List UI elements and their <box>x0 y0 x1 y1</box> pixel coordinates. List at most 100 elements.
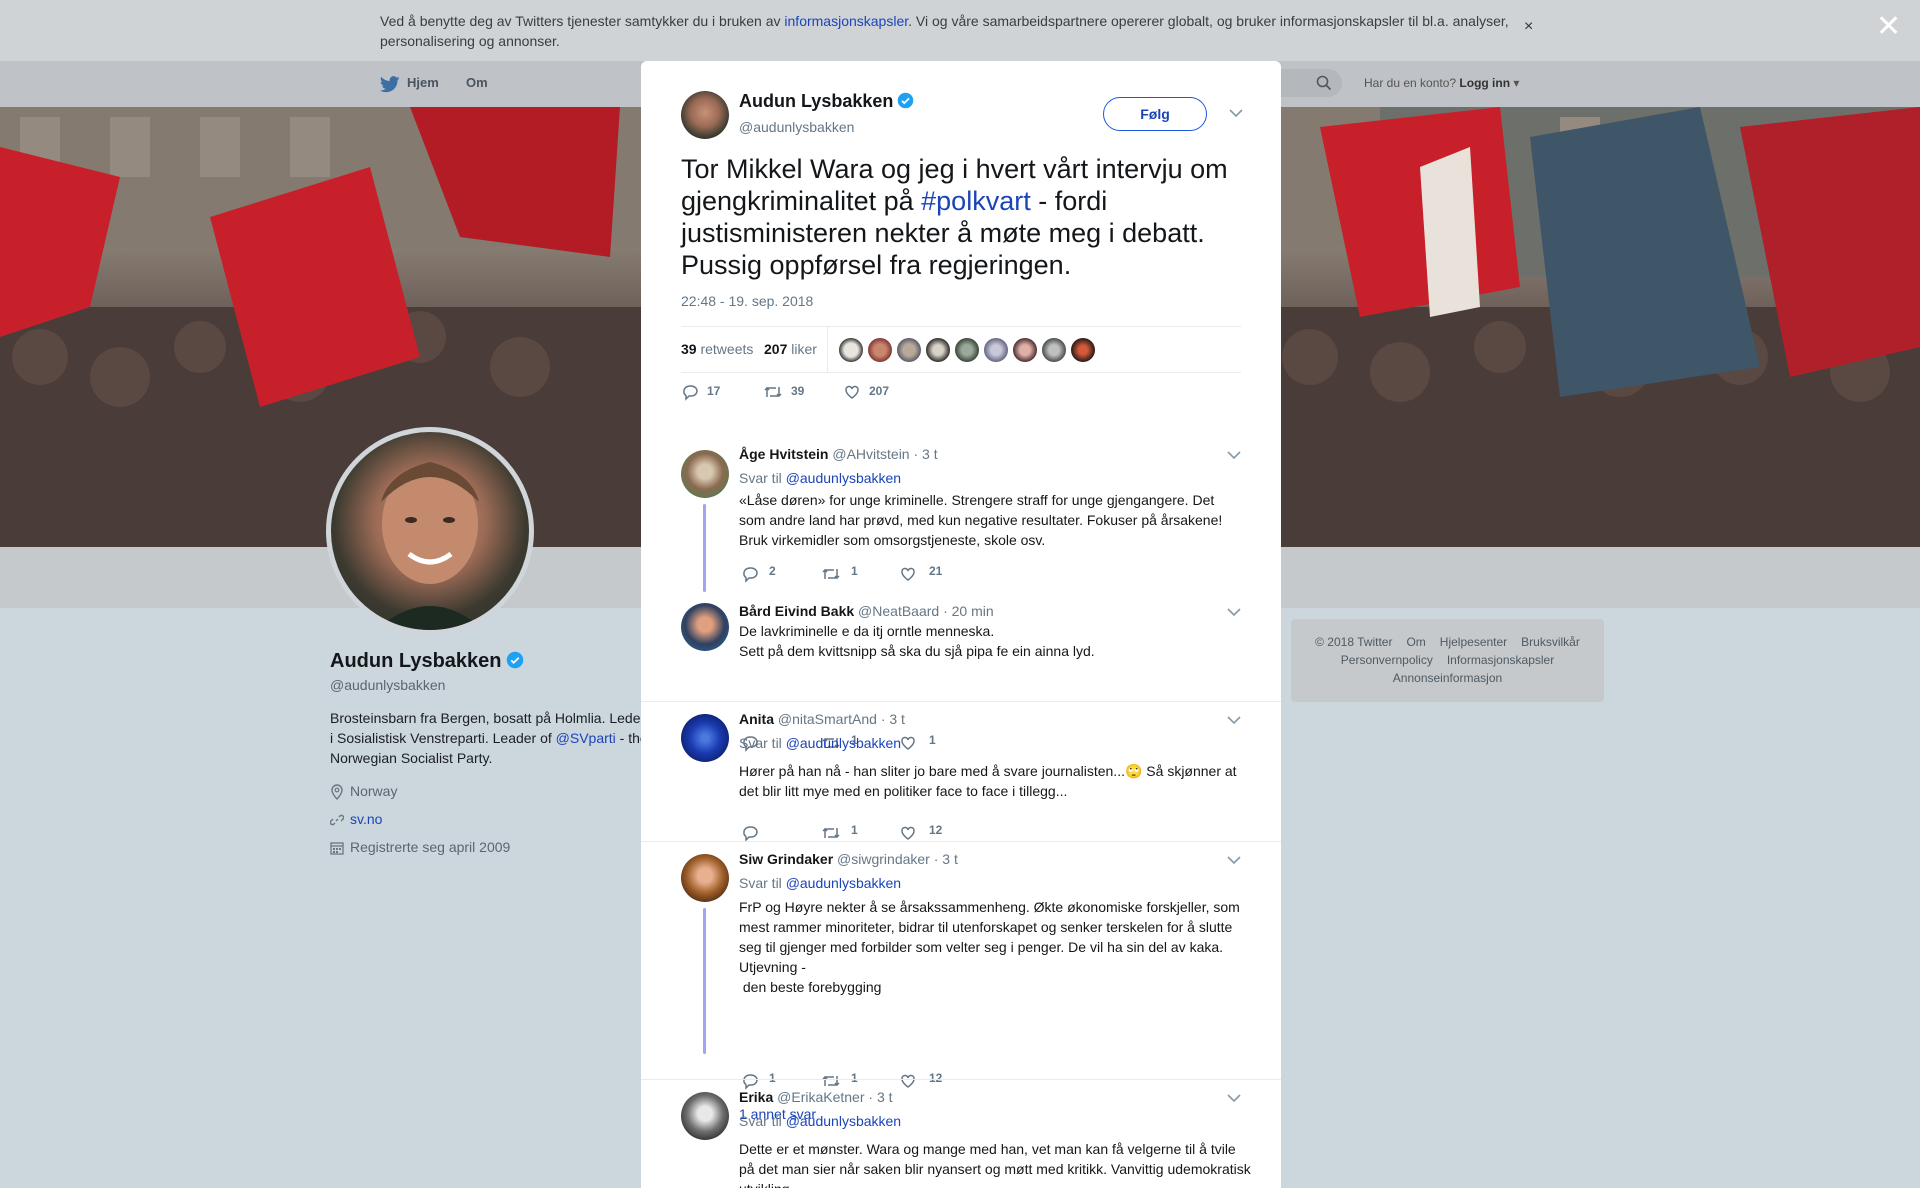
liker-avatar[interactable] <box>897 338 921 362</box>
profile-sidebar: Audun Lysbakken @audunlysbakken Brostein… <box>330 650 650 768</box>
footer-link-terms[interactable]: Bruksvilkår <box>1521 635 1580 649</box>
reply-author-name[interactable]: Bård Eivind Bakk <box>739 603 854 619</box>
reply-author-name[interactable]: Siw Grindaker <box>739 851 833 867</box>
verified-icon <box>506 651 523 669</box>
reply-author-name[interactable]: Erika <box>739 1089 773 1105</box>
reply-to-mention[interactable]: @audunlysbakken <box>786 1113 901 1129</box>
reply-author-handle[interactable]: @siwgrindaker <box>837 851 930 867</box>
reply-header: Anita @nitaSmartAnd · 3 t <box>739 711 905 727</box>
liker-avatar[interactable] <box>1013 338 1037 362</box>
reply-to-mention[interactable]: @audunlysbakken <box>786 470 901 486</box>
liker-avatar[interactable] <box>926 338 950 362</box>
chevron-down-icon[interactable] <box>1227 1094 1241 1103</box>
close-modal-button[interactable]: ✕ <box>1876 12 1901 42</box>
retweet-icon[interactable] <box>821 824 841 842</box>
nav-about[interactable]: Om <box>466 75 488 90</box>
footer-link-cookies[interactable]: Informasjonskapsler <box>1447 653 1554 667</box>
reply-author-handle[interactable]: @NeatBaard <box>858 603 939 619</box>
profile-handle[interactable]: @audunlysbakken <box>330 677 650 693</box>
reply-time[interactable]: · 3 t <box>881 711 905 727</box>
retweet-button[interactable]: 39 <box>763 383 804 401</box>
retweets-count: 39 <box>681 341 697 357</box>
reply-header: Siw Grindaker @siwgrindaker · 3 t <box>739 851 958 867</box>
chevron-down-icon[interactable] <box>1229 109 1243 118</box>
tweet-stats: 39 retweets 207 liker <box>681 326 1241 373</box>
footer-copyright: © 2018 Twitter <box>1315 635 1393 649</box>
login-link[interactable]: Logg inn <box>1459 76 1510 90</box>
follow-button[interactable]: Følg <box>1103 97 1207 131</box>
reply-header: Bård Eivind Bakk @NeatBaard · 20 min <box>739 603 994 619</box>
footer-link-about[interactable]: Om <box>1406 635 1425 649</box>
profile-avatar[interactable] <box>326 427 534 635</box>
reply-icon[interactable] <box>741 824 759 842</box>
reply-actions: 1 1 12 <box>741 1071 1001 1091</box>
retweet-icon[interactable] <box>821 565 841 583</box>
tweet-author-handle[interactable]: @audunlysbakken <box>739 119 854 135</box>
liker-avatar[interactable] <box>839 338 863 362</box>
nav-home[interactable]: Hjem <box>407 75 439 90</box>
calendar-icon <box>330 842 344 855</box>
chevron-down-icon[interactable] <box>1227 716 1241 725</box>
liker-avatar[interactable] <box>868 338 892 362</box>
reply-author-avatar[interactable] <box>681 714 729 762</box>
reply-text: «Låse døren» for unge kriminelle. Streng… <box>739 492 1223 548</box>
reply-author-avatar[interactable] <box>681 603 729 651</box>
reply-to-mention[interactable]: @audunlysbakken <box>786 875 901 891</box>
divider <box>641 841 1281 842</box>
liker-avatar[interactable] <box>984 338 1008 362</box>
reply-author-name[interactable]: Anita <box>739 711 774 727</box>
reply-time[interactable]: · 3 t <box>934 851 958 867</box>
reply-author-avatar[interactable] <box>681 854 729 902</box>
liker-avatar[interactable] <box>955 338 979 362</box>
tweet-timestamp[interactable]: 22:48 - 19. sep. 2018 <box>681 293 813 309</box>
cookie-text: Ved å benytte deg av Twitters tjenester … <box>380 11 1515 51</box>
retweet-count: 1 <box>851 564 858 578</box>
profile-name[interactable]: Audun Lysbakken <box>330 650 650 673</box>
liker-avatar[interactable] <box>1071 338 1095 362</box>
reply-author-name[interactable]: Åge Hvitstein <box>739 446 828 462</box>
website-link[interactable]: sv.no <box>350 811 382 827</box>
reply-time[interactable]: · 3 t <box>913 446 937 462</box>
footer-link-help[interactable]: Hjelpesenter <box>1440 635 1507 649</box>
reply-author-handle[interactable]: @AHvitstein <box>832 446 909 462</box>
reply-count: 1 <box>769 1071 776 1085</box>
like-count: 1 <box>929 733 936 747</box>
reply-to-label: Svar til <box>739 875 786 891</box>
reply-text: Dette er et mønster. Wara og mange med h… <box>739 1141 1251 1188</box>
reply-time[interactable]: · 3 t <box>868 1089 892 1105</box>
tweet-author-name[interactable]: Audun Lysbakken <box>739 91 914 112</box>
tweet-author-avatar[interactable] <box>681 91 729 139</box>
reply-author-handle[interactable]: @ErikaKetner <box>777 1089 864 1105</box>
bio-mention-link[interactable]: @SVparti <box>556 730 616 746</box>
footer-link-privacy[interactable]: Personvernpolicy <box>1341 653 1433 667</box>
likes-stat[interactable]: 207 liker <box>764 341 817 357</box>
hashtag-link[interactable]: #polkvart <box>921 186 1031 216</box>
reply-icon[interactable] <box>741 565 759 583</box>
reply-author-avatar[interactable] <box>681 1092 729 1140</box>
footer-link-ads-info[interactable]: Annonseinformasjon <box>1393 671 1502 685</box>
reply-time[interactable]: · 20 min <box>943 603 994 619</box>
retweet-count: 1 <box>851 1071 858 1085</box>
reply-author-handle[interactable]: @nitaSmartAnd <box>778 711 877 727</box>
liker-avatar[interactable] <box>1042 338 1066 362</box>
heart-icon[interactable] <box>899 824 917 842</box>
home-icon[interactable] <box>380 76 400 93</box>
chevron-down-icon[interactable] <box>1227 856 1241 865</box>
have-account-text: Har du en konto? <box>1364 76 1457 90</box>
retweet-icon[interactable] <box>821 1072 841 1090</box>
reply-to-mention[interactable]: @audunlysbakken <box>786 735 901 751</box>
eye-roll-emoji: 🙄 <box>1124 763 1143 779</box>
cookie-link[interactable]: informasjonskapsler <box>784 13 908 29</box>
cookie-close-button[interactable]: × <box>1524 18 1533 36</box>
heart-icon[interactable] <box>899 734 917 752</box>
reply-icon[interactable] <box>741 1072 759 1090</box>
reply-text-line-2: Sett på dem kvittsnipp så ska du sjå pip… <box>739 643 1095 659</box>
heart-icon[interactable] <box>899 565 917 583</box>
chevron-down-icon[interactable] <box>1227 608 1241 617</box>
like-button[interactable]: 207 <box>843 383 889 401</box>
chevron-down-icon[interactable] <box>1227 451 1241 460</box>
heart-icon[interactable] <box>899 1072 917 1090</box>
reply-button[interactable]: 17 <box>681 383 720 401</box>
reply-author-avatar[interactable] <box>681 450 729 498</box>
retweets-stat[interactable]: 39 retweets <box>681 341 753 357</box>
